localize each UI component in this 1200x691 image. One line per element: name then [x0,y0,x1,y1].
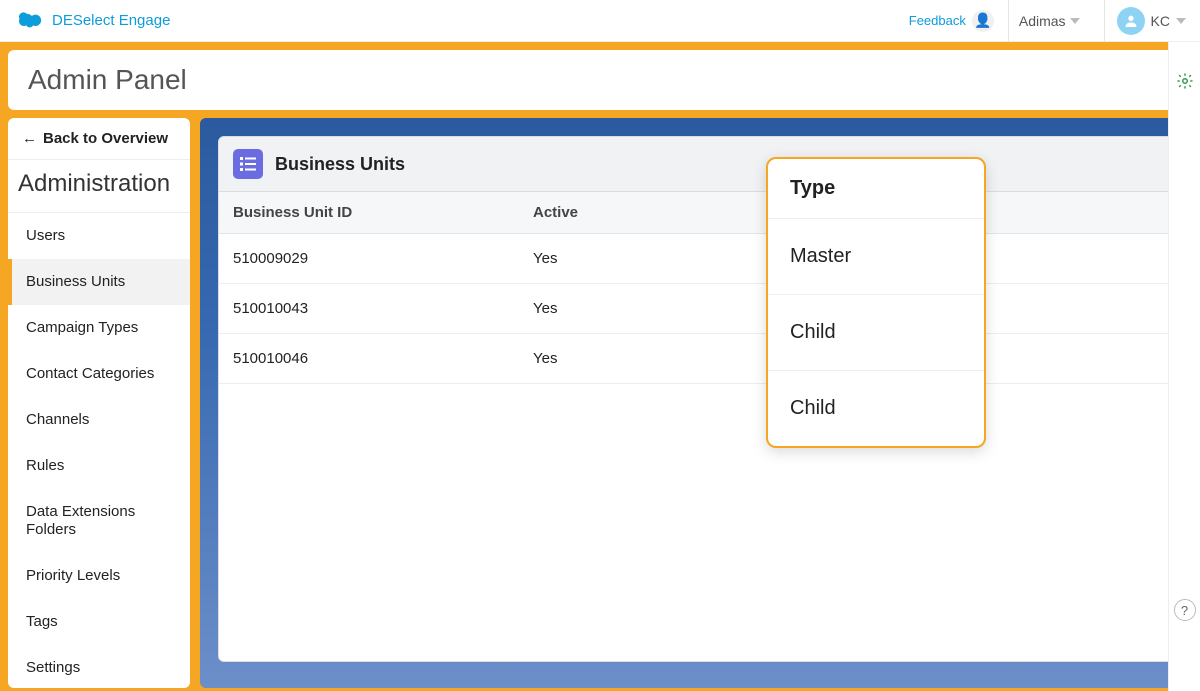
sidebar: ← Back to Overview Administration UsersB… [8,118,190,688]
app-frame: Admin Panel ← Back to Overview Administr… [0,42,1200,691]
table-wrap: Business Unit ID Active Type 510009029Ye… [218,192,1174,662]
type-column-popover: Type MasterChildChild [766,157,986,448]
user-menu[interactable]: Adimas [1008,0,1090,42]
col-header-id[interactable]: Business Unit ID [219,192,519,234]
sidebar-item-users[interactable]: Users [8,213,190,259]
sidebar-item-settings[interactable]: Settings [8,645,190,688]
table-row[interactable]: 510009029YesMaster [219,234,1173,284]
popover-item[interactable]: Child [768,295,984,371]
sidebar-item-contact-categories[interactable]: Contact Categories [8,351,190,397]
account-switcher[interactable]: KC [1104,0,1186,42]
sidebar-item-priority-levels[interactable]: Priority Levels [8,553,190,599]
table-row[interactable]: 510010043YesChild [219,284,1173,334]
gear-icon[interactable] [1176,72,1194,95]
account-label: KC [1151,13,1170,29]
back-to-overview-button[interactable]: ← Back to Overview [8,118,190,160]
cell-id: 510010043 [219,284,519,334]
main-panel: Business Units Business Unit ID Active T… [200,118,1192,688]
popover-header: Type [768,159,984,219]
sidebar-item-campaign-types[interactable]: Campaign Types [8,305,190,351]
right-rail: ? [1168,42,1200,691]
feedback-label: Feedback [909,13,966,28]
cell-id: 510009029 [219,234,519,284]
chevron-down-icon [1176,18,1186,24]
sidebar-item-data-extensions-folders[interactable]: Data Extensions Folders [8,489,190,553]
sidebar-item-business-units[interactable]: Business Units [8,259,190,305]
arrow-left-icon: ← [22,130,37,147]
popover-item[interactable]: Child [768,371,984,446]
card-title: Business Units [275,154,405,175]
feedback-link[interactable]: Feedback 👤 [909,10,994,32]
salesforce-cloud-icon [14,11,44,31]
sidebar-item-tags[interactable]: Tags [8,599,190,645]
card-header: Business Units [218,136,1174,192]
table-row[interactable]: 510010046YesChild [219,334,1173,384]
popover-item[interactable]: Master [768,219,984,295]
sidebar-item-channels[interactable]: Channels [8,397,190,443]
help-icon[interactable]: ? [1174,599,1196,621]
user-name-label: Adimas [1019,13,1066,29]
list-icon [233,149,263,179]
sidebar-section-title: Administration [8,160,190,213]
back-label: Back to Overview [43,130,168,147]
top-bar: DESelect Engage Feedback 👤 Adimas KC [0,0,1200,42]
avatar-icon [1117,7,1145,35]
brand-text: DESelect Engage [52,12,170,29]
page-title: Admin Panel [8,50,1192,110]
chevron-down-icon [1070,18,1080,24]
feedback-avatar-icon: 👤 [972,10,994,32]
business-units-table: Business Unit ID Active Type 510009029Ye… [219,192,1173,384]
cell-id: 510010046 [219,334,519,384]
sidebar-item-rules[interactable]: Rules [8,443,190,489]
